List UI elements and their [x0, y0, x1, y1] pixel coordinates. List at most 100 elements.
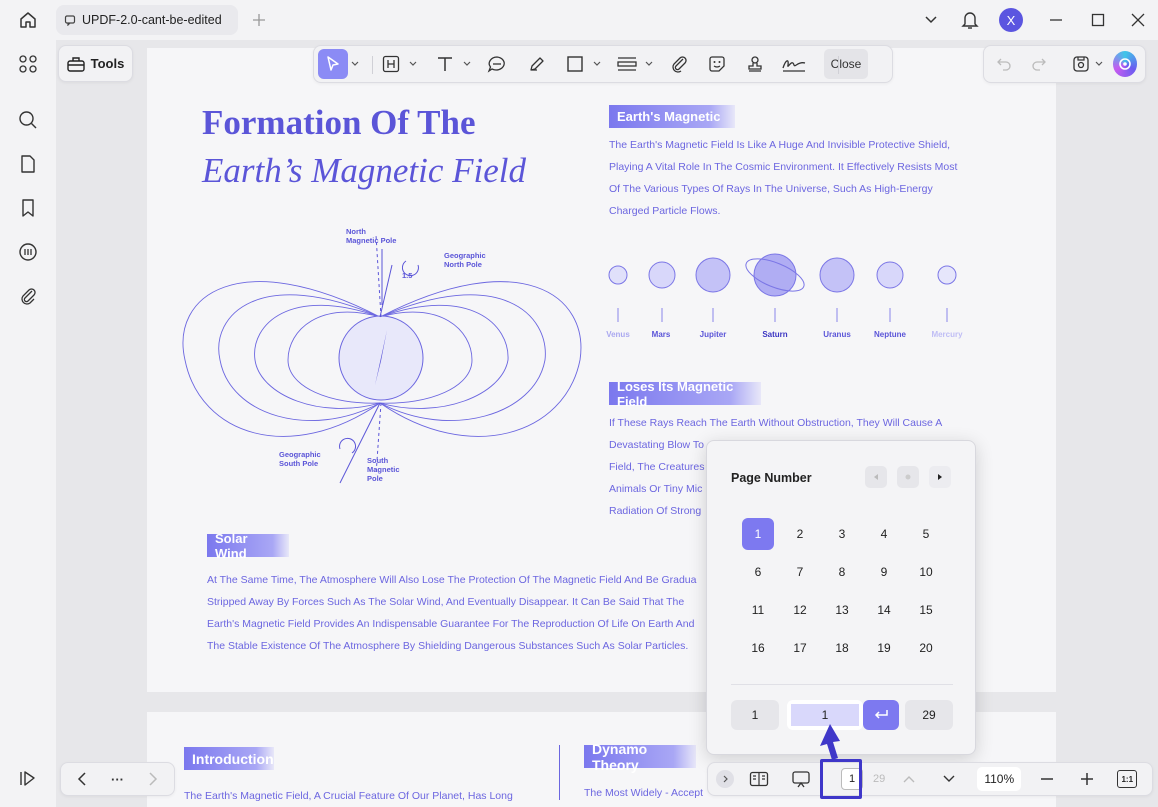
page-cell[interactable]: 16 [737, 629, 779, 667]
page2-text-introduction: The Earth's Magnetic Field, A Crucial Fe… [184, 790, 513, 802]
measure-tool[interactable] [612, 49, 642, 79]
go-to-page-button[interactable] [863, 700, 899, 730]
avatar[interactable]: X [999, 8, 1023, 32]
forward-icon[interactable] [141, 772, 165, 786]
page-cell[interactable]: 15 [905, 591, 947, 629]
zoom-out-icon[interactable] [1035, 777, 1059, 781]
first-page-button[interactable]: 1 [731, 700, 779, 730]
chevron-down-icon[interactable] [1093, 59, 1104, 69]
toolbar-divider [838, 56, 839, 74]
search-icon[interactable] [0, 103, 56, 137]
prev-page-group-button[interactable] [865, 466, 887, 488]
page-navigation-bar: ··· [60, 762, 175, 796]
page-cell[interactable]: 10 [905, 553, 947, 591]
maximize-icon[interactable] [1088, 10, 1108, 30]
toolbar-divider [372, 56, 373, 74]
text-line: Charged Particle Flows. [609, 205, 721, 217]
zoom-level-field[interactable]: 110% [977, 767, 1022, 791]
page-group-indicator[interactable] [897, 466, 919, 488]
sticker-tool[interactable] [700, 49, 734, 79]
back-icon[interactable] [70, 772, 94, 786]
section-body-earths-magnetic: The Earth's Magnetic Field Is Like A Hug… [609, 134, 957, 222]
page-cell[interactable]: 11 [737, 591, 779, 629]
page-cell[interactable]: 3 [821, 515, 863, 553]
shape-tool[interactable] [560, 49, 590, 79]
stamp-tool[interactable] [738, 49, 772, 79]
text-tool[interactable] [430, 49, 460, 79]
speech-bubble-icon [487, 55, 507, 73]
chevron-down-icon [593, 61, 601, 66]
highlight-tool-dropdown[interactable] [406, 49, 420, 79]
tools-label: Tools [90, 56, 125, 71]
minimize-icon[interactable] [1046, 10, 1066, 30]
redo-icon[interactable] [1026, 57, 1050, 71]
close-window-icon[interactable] [1128, 10, 1148, 30]
select-tool-dropdown[interactable] [348, 49, 362, 79]
stamp-icon [746, 55, 764, 73]
comment-icon[interactable] [0, 235, 56, 269]
ai-assistant-icon[interactable] [1112, 51, 1138, 77]
toolbox-icon [66, 56, 85, 72]
attachment-icon[interactable] [0, 279, 56, 313]
section-tag-loses-magnetic-field: Loses Its Magnetic Field [609, 379, 761, 409]
bookmark-icon[interactable] [0, 191, 56, 225]
home-icon[interactable] [14, 8, 42, 32]
presentation-icon[interactable] [786, 770, 816, 788]
last-page-button[interactable]: 29 [905, 700, 953, 730]
page-title-line1: Formation Of The [202, 103, 476, 142]
dot-icon [905, 474, 911, 480]
page-cell[interactable]: 20 [905, 629, 947, 667]
annotation-toolbar: Close [313, 45, 893, 83]
page-cell[interactable]: 9 [863, 553, 905, 591]
popup-title: Page Number [731, 471, 812, 485]
select-tool[interactable] [318, 49, 348, 79]
save-icon[interactable] [1069, 55, 1093, 73]
tools-button[interactable]: Tools [58, 45, 133, 82]
geographic-south-pole-label: Geographic South Pole [279, 450, 321, 468]
page-cell[interactable]: 7 [779, 553, 821, 591]
page-icon[interactable] [0, 147, 56, 181]
measure-tool-dropdown[interactable] [642, 49, 656, 79]
next-page-group-button[interactable] [929, 466, 951, 488]
thumbnails-icon[interactable] [0, 47, 56, 81]
comment-tool[interactable] [480, 49, 514, 79]
document-tab[interactable]: UPDF-2.0-cant-be-edited [56, 5, 238, 35]
layers-icon[interactable] [0, 761, 56, 795]
chevron-up-icon[interactable] [897, 775, 921, 783]
zoom-in-icon[interactable] [1075, 772, 1099, 786]
page-cell[interactable]: 19 [863, 629, 905, 667]
notification-bell-icon[interactable] [958, 7, 982, 33]
page-cell[interactable]: 5 [905, 515, 947, 553]
pen-tool[interactable] [520, 49, 554, 79]
page-cell[interactable]: 8 [821, 553, 863, 591]
page-cell[interactable]: 12 [779, 591, 821, 629]
highlight-tool[interactable] [376, 49, 406, 79]
more-options-button[interactable]: ··· [111, 772, 124, 787]
attach-tool[interactable] [662, 49, 696, 79]
page-cell[interactable]: 14 [863, 591, 905, 629]
planet-label: Mars [651, 330, 671, 339]
page-number-popup: Page Number 1 2 3 4 5 6 7 8 9 10 11 12 1… [706, 440, 976, 755]
text-tool-dropdown[interactable] [460, 49, 474, 79]
section-tag-solar-wind: Solar Wind [207, 531, 289, 561]
shape-tool-dropdown[interactable] [590, 49, 604, 79]
reading-mode-icon[interactable] [744, 771, 774, 787]
chevron-down-icon[interactable] [920, 10, 942, 30]
page-title-line2: Earth’s Magnetic Field [202, 151, 527, 190]
page-cell[interactable]: 6 [737, 553, 779, 591]
close-toolbar-button[interactable]: Close [824, 49, 868, 79]
page-cell[interactable]: 18 [821, 629, 863, 667]
page-cell[interactable]: 2 [779, 515, 821, 553]
page-cell[interactable]: 13 [821, 591, 863, 629]
page-cell-current[interactable]: 1 [742, 518, 774, 550]
page-cell[interactable]: 4 [863, 515, 905, 553]
page-cell[interactable]: 17 [779, 629, 821, 667]
enter-icon [874, 710, 888, 719]
chevron-down-icon[interactable] [937, 775, 961, 783]
new-tab-icon[interactable] [250, 10, 268, 30]
undo-icon[interactable] [992, 57, 1016, 71]
text-line: The Stable Existence Of The Atmosphere B… [207, 640, 689, 652]
collapse-toggle-icon[interactable] [716, 770, 734, 788]
signature-tool[interactable] [776, 49, 812, 79]
actual-size-icon[interactable]: 1:1 [1117, 770, 1138, 788]
